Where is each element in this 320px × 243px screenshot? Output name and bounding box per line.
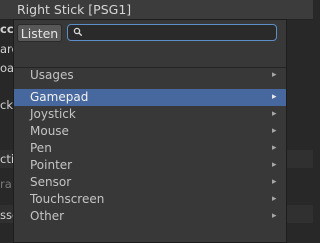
- chevron-right-icon: ▸: [272, 143, 277, 153]
- chevron-right-icon: ▸: [272, 194, 277, 204]
- search-icon: [73, 27, 83, 37]
- menu-item-label: Other: [30, 209, 65, 223]
- background-text: ck: [0, 98, 13, 112]
- menu-item-label: Usages: [30, 68, 74, 82]
- menu-item-label: Pointer: [30, 158, 73, 172]
- search-input[interactable]: [86, 25, 271, 40]
- menu-item-gamepad[interactable]: Gamepad ▸: [14, 89, 286, 106]
- popup-toolbar: Listen: [14, 20, 286, 48]
- menu-item-sensor[interactable]: Sensor ▸: [14, 174, 286, 191]
- listen-button[interactable]: Listen: [17, 24, 62, 42]
- menu-item-label: Mouse: [30, 124, 69, 138]
- menu-item-usages[interactable]: Usages ▸: [14, 67, 286, 84]
- background-text: cc: [0, 22, 14, 36]
- menu-item-mouse[interactable]: Mouse ▸: [14, 123, 286, 140]
- menu-item-label: Joystick: [30, 107, 76, 121]
- chevron-right-icon: ▸: [272, 70, 277, 80]
- menu-item-touchscreen[interactable]: Touchscreen ▸: [14, 191, 286, 208]
- chevron-right-icon: ▸: [272, 211, 277, 221]
- chevron-right-icon: ▸: [272, 92, 277, 102]
- menu-item-label: Sensor: [30, 175, 72, 189]
- menu-item-label: Gamepad: [30, 90, 89, 104]
- chevron-right-icon: ▸: [272, 177, 277, 187]
- menu-item-joystick[interactable]: Joystick ▸: [14, 106, 286, 123]
- background-text: cti: [0, 152, 15, 166]
- chevron-right-icon: ▸: [272, 160, 277, 170]
- control-picker-popup: Listen Usages ▸ Gamepad ▸ Joystick ▸ Mou…: [13, 19, 287, 243]
- menu-item-pen[interactable]: Pen ▸: [14, 140, 286, 157]
- window-title: Right Stick [PSG1]: [17, 2, 132, 17]
- menu-item-label: Pen: [30, 141, 52, 155]
- background-text: ra: [0, 177, 12, 191]
- chevron-right-icon: ▸: [272, 109, 277, 119]
- menu-item-pointer[interactable]: Pointer ▸: [14, 157, 286, 174]
- chevron-right-icon: ▸: [272, 126, 277, 136]
- menu-item-other[interactable]: Other ▸: [14, 208, 286, 225]
- search-field[interactable]: [67, 24, 277, 41]
- menu-item-label: Touchscreen: [30, 192, 105, 206]
- window-title-bar: Right Stick [PSG1]: [0, 0, 313, 20]
